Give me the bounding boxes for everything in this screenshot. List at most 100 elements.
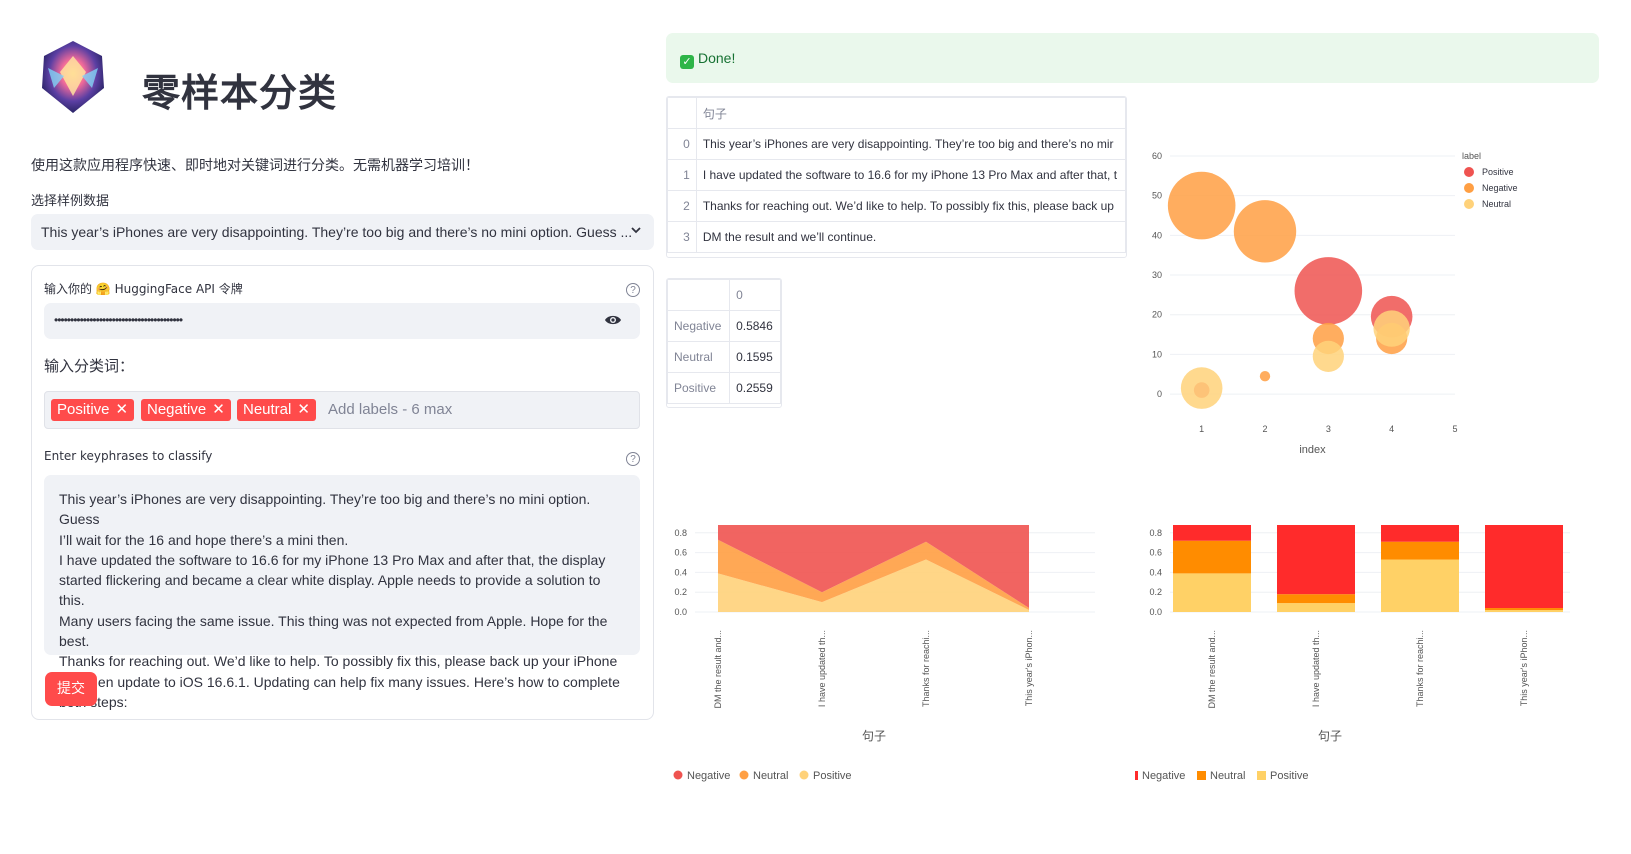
text-line: I have updated the software to 16.6 for …: [59, 551, 606, 568]
table-cell[interactable]: This year’s iPhones are very disappointi…: [695, 128, 1126, 160]
y-tick-label: 10: [1152, 349, 1162, 359]
bubble-point: [1312, 340, 1344, 372]
y-tick-label: 0.2: [1149, 587, 1162, 597]
column-header[interactable]: 0: [729, 279, 781, 311]
table-cell[interactable]: 0.5846: [729, 310, 781, 342]
legend-label: Negative: [687, 770, 730, 782]
row-index: Positive: [667, 372, 731, 404]
legend-title: label: [1462, 151, 1481, 161]
label-chip-text: Neutral: [243, 401, 292, 418]
table-row[interactable]: Positive 0.2559: [667, 372, 781, 404]
token-label: 输入你的 🤗 HuggingFace API 令牌: [44, 282, 243, 296]
sample-select-value: This year’s iPhones are very disappointi…: [41, 224, 633, 240]
table-cell[interactable]: 0.2559: [729, 372, 781, 404]
legend-swatch: [673, 770, 683, 780]
legend-swatch: [1257, 771, 1266, 780]
close-icon[interactable]: ✕: [116, 401, 129, 418]
table-row[interactable]: 0 This year’s iPhones are very disappoin…: [667, 128, 1126, 160]
table-cell[interactable]: I have updated the software to 16.6 for …: [695, 159, 1126, 191]
y-tick-label: 0.4: [674, 567, 687, 577]
y-tick-label: 60: [1152, 151, 1162, 161]
bubble-point: [1167, 171, 1236, 240]
legend-label: Negative: [1142, 770, 1185, 782]
legend-swatch: [799, 770, 809, 780]
table-row[interactable]: Neutral 0.1595: [667, 341, 781, 373]
legend-label: Positive: [813, 770, 852, 782]
x-axis-label: 句子: [1318, 729, 1342, 743]
legend-label: Positive: [1482, 167, 1514, 177]
table-row[interactable]: 1 I have updated the software to 16.6 fo…: [667, 159, 1126, 191]
legend-label: Neutral: [1482, 199, 1511, 209]
x-tick-label: 3: [1326, 424, 1331, 434]
text-line: started flickering and became a clear wh…: [59, 572, 601, 609]
y-tick-label: 50: [1152, 191, 1162, 201]
y-tick-label: 40: [1152, 230, 1162, 240]
legend-swatch: [1197, 771, 1206, 780]
legend-label: Neutral: [753, 770, 788, 782]
keyphrases-textarea[interactable]: This year’s iPhones are very disappointi…: [44, 475, 640, 710]
stacked-bar-chart[interactable]: 0.00.20.40.60.81.0DM the result and...I …: [1135, 525, 1615, 835]
y-tick-label: 0.4: [1149, 567, 1162, 577]
sentences-dataframe[interactable]: 句子 0 This year’s iPhones are very disapp…: [666, 96, 1127, 258]
x-tick-label: I have updated th...: [817, 630, 827, 707]
row-index: 2: [667, 190, 697, 222]
x-tick-label: 4: [1389, 424, 1394, 434]
status-text: Done!: [698, 50, 736, 66]
x-tick-label: Thanks for reachi...: [921, 630, 931, 707]
row-index: 3: [667, 221, 697, 253]
label-chip-neutral[interactable]: Neutral ✕: [237, 399, 316, 421]
table-header-row: 句子: [667, 97, 1126, 129]
eye-icon[interactable]: [604, 311, 622, 334]
text-line: Many users facing the same issue. This t…: [59, 612, 608, 650]
row-index: Negative: [667, 310, 731, 342]
sample-select-label: 选择样例数据: [31, 194, 110, 209]
table-row[interactable]: Negative 0.5846: [667, 310, 781, 342]
help-icon[interactable]: ?: [626, 452, 640, 466]
x-tick-label: Thanks for reachi...: [1415, 630, 1425, 707]
bubble-chart[interactable]: 010203040506012345indexscorelabelPositiv…: [1135, 135, 1615, 485]
bar-segment-neutral: [1277, 594, 1355, 604]
label-chip-negative[interactable]: Negative ✕: [141, 399, 231, 421]
y-tick-label: 0.8: [1149, 528, 1162, 538]
sample-select[interactable]: This year’s iPhones are very disappointi…: [31, 214, 654, 250]
label-chip-positive[interactable]: Positive ✕: [51, 399, 135, 421]
x-axis-label: 句子: [862, 729, 886, 743]
table-row[interactable]: 3 DM the result and we’ll continue.: [667, 221, 1126, 253]
bar-segment-negative: [1485, 525, 1563, 609]
legend-swatch: [1464, 167, 1474, 177]
x-tick-label: 2: [1262, 424, 1267, 434]
close-icon[interactable]: ✕: [212, 401, 225, 418]
chevron-down-icon[interactable]: [630, 214, 642, 250]
label-chip-text: Negative: [147, 401, 207, 418]
table-row[interactable]: 2 Thanks for reaching out. We’d like to …: [667, 190, 1126, 222]
table-cell[interactable]: 0.1595: [729, 341, 781, 373]
table-cell[interactable]: Thanks for reaching out. We’d like to he…: [695, 190, 1126, 222]
page-title: 零样本分类: [142, 71, 338, 115]
token-input[interactable]: ••••••••••••••••••••••••••••••••••••••••: [44, 303, 640, 339]
bar-segment-negative: [1277, 525, 1355, 595]
close-icon[interactable]: ✕: [297, 401, 310, 418]
y-tick-label: 30: [1152, 270, 1162, 280]
x-tick-label: 1: [1199, 424, 1204, 434]
stacked-area-chart[interactable]: 0.00.20.40.60.81.0DM the result and...I …: [660, 525, 1140, 835]
x-tick-label: DM the result and...: [1207, 630, 1217, 709]
legend-label: Neutral: [1210, 770, 1245, 782]
x-tick-label: I have updated th...: [1311, 630, 1321, 707]
check-icon: ✓: [680, 55, 694, 69]
scores-dataframe[interactable]: 0 Negative 0.5846 Neutral 0.1595 Positiv…: [666, 278, 782, 408]
bar-segment-neutral: [1381, 541, 1459, 560]
table-cell[interactable]: DM the result and we’ll continue.: [695, 221, 1126, 253]
x-axis-label: index: [1299, 444, 1326, 456]
y-tick-label: 0: [1157, 389, 1162, 399]
submit-button[interactable]: 提交: [45, 672, 97, 706]
legend-label: Positive: [1270, 770, 1309, 782]
column-header[interactable]: 句子: [695, 97, 1126, 129]
help-icon[interactable]: ?: [626, 283, 640, 297]
bubble-point: [1233, 200, 1297, 263]
labels-input[interactable]: Positive ✕ Negative ✕ Neutral ✕ Add labels …: [44, 391, 640, 429]
token-value: ••••••••••••••••••••••••••••••••••••••••: [54, 313, 183, 327]
bar-segment-positive: [1485, 610, 1563, 612]
legend-swatch: [1464, 199, 1474, 209]
y-tick-label: 0.0: [674, 607, 687, 617]
y-tick-label: 0.6: [674, 548, 687, 558]
